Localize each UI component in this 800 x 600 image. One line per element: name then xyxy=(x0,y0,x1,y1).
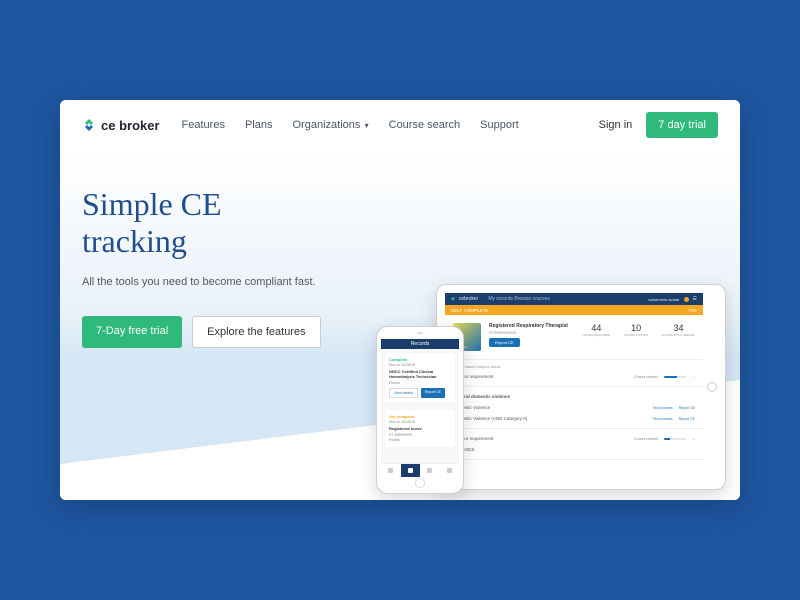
section-header: Hours based subject areas xyxy=(453,364,695,369)
trial-button[interactable]: 7 day trial xyxy=(646,112,718,138)
logo-icon xyxy=(82,118,96,132)
nav-icon xyxy=(427,468,432,473)
phone-card: Not complete Due on 10/18/18 Registered … xyxy=(385,410,455,447)
phone-card: Complete Due on 10/18/18 NNCC Certified … xyxy=(385,353,455,402)
device-mockups: ◆ cebroker My records Browse courses eph… xyxy=(436,284,726,490)
report-ce-button: Report CE xyxy=(489,338,520,347)
nav-plans[interactable]: Plans xyxy=(245,119,273,131)
avatar xyxy=(684,297,689,302)
chevron-down-icon: ▾ xyxy=(362,121,368,130)
hero-subtitle: All the tools you need to become complia… xyxy=(82,276,321,288)
logo[interactable]: ce broker xyxy=(82,118,160,133)
tablet-progress-bar: SELF COMPLETE 72% xyxy=(445,305,703,315)
table-row: All hour requirement3 hours needed⌄ xyxy=(453,371,695,382)
nav-course-search[interactable]: Course search xyxy=(389,119,461,131)
stat-needed: 34HOURS STILL NEEDED xyxy=(662,323,695,351)
nav-links: Features Plans Organizations ▾ Course se… xyxy=(182,119,599,131)
hero-title: Simple CEtracking xyxy=(82,186,321,260)
table-row: General domestic violence xyxy=(453,391,695,402)
license-id: RT9999999234 xyxy=(489,330,568,335)
nav-organizations[interactable]: Organizations ▾ xyxy=(293,119,369,131)
hero: Simple CEtracking All the tools you need… xyxy=(60,150,740,500)
table-row: All hour requirement3 hours needed⌄ xyxy=(453,433,695,444)
free-trial-button[interactable]: 7-Day free trial xyxy=(82,316,182,348)
license-title: Registered Respiratory Therapist xyxy=(489,323,568,329)
nav-icon xyxy=(408,468,413,473)
report-ce-button: Report CE xyxy=(421,388,445,398)
table-row: Domestic ViolenceFind coursesReport CE xyxy=(453,402,695,413)
nav-icon xyxy=(447,468,452,473)
phone-header: Records xyxy=(381,339,459,349)
logo-text: ce broker xyxy=(101,118,160,133)
view-details-button: View details xyxy=(389,388,418,398)
phone-bottom-nav xyxy=(381,463,459,477)
nav-features[interactable]: Features xyxy=(182,119,225,131)
tablet-mockup: ◆ cebroker My records Browse courses eph… xyxy=(436,284,726,490)
phone-mockup: Records Complete Due on 10/18/18 NNCC Ce… xyxy=(376,326,464,494)
navbar: ce broker Features Plans Organizations ▾… xyxy=(60,100,740,150)
tablet-logo-icon: ◆ xyxy=(451,296,455,302)
nav-icon xyxy=(388,468,393,473)
table-row: HIV / AIDS xyxy=(453,444,695,455)
stat-posted: 10HOURS POSTED xyxy=(624,323,648,351)
table-row: Domestic Violence (AND Category II)Find … xyxy=(453,413,695,424)
stat-required: 44HOURS REQUIRED xyxy=(583,323,611,351)
signin-link[interactable]: Sign in xyxy=(599,119,633,131)
explore-button[interactable]: Explore the features xyxy=(192,316,320,348)
tablet-header: ◆ cebroker My records Browse courses eph… xyxy=(445,293,703,305)
nav-support[interactable]: Support xyxy=(480,119,519,131)
